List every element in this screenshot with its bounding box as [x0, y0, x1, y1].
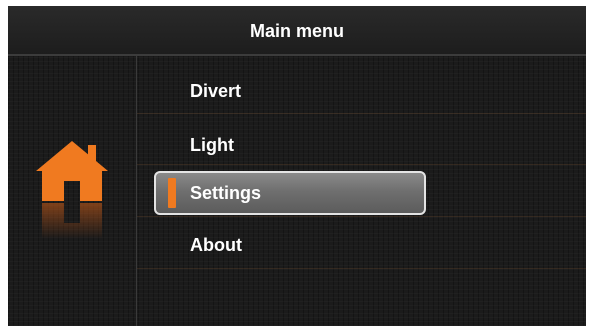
menu-divider [137, 113, 586, 114]
selection-marker [168, 178, 176, 208]
menu-item-label: Light [190, 135, 234, 155]
menu-item-about[interactable]: About [154, 223, 426, 267]
menu-item-label: Settings [190, 183, 262, 203]
home-icon[interactable] [34, 139, 110, 259]
menu-item-settings[interactable]: Settings [154, 171, 426, 215]
menu-divider [137, 216, 586, 217]
menu-divider [137, 268, 586, 269]
menu-item-light[interactable]: Light [154, 123, 426, 167]
menu-item-label: Divert [190, 81, 242, 101]
menu-item-divert[interactable]: Divert [154, 69, 426, 113]
page-title: Main menu [249, 21, 344, 41]
header-bar: Main menu [8, 6, 586, 56]
menu-item-label: About [190, 235, 242, 255]
sidebar-divider [136, 56, 137, 326]
device-screen: Main menu Divert Light Settings About [8, 6, 586, 326]
